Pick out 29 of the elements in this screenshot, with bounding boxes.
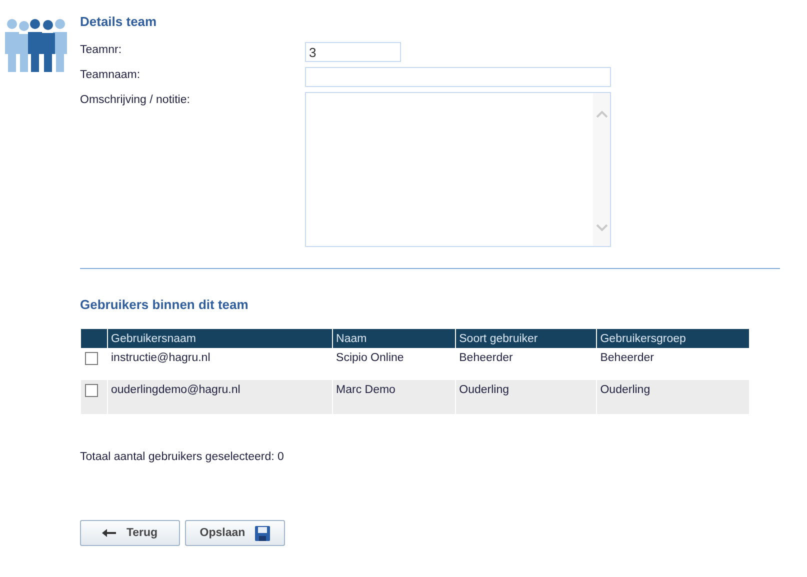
selection-total: Totaal aantal gebruikers geselecteerd: 0 (80, 451, 285, 463)
action-button[interactable]: Terug (80, 520, 180, 546)
column-header: Gebruikersgroep (597, 329, 749, 348)
table-cell: Marc Demo (336, 384, 396, 396)
action-button[interactable]: Opslaan (185, 520, 285, 546)
table-cell: Beheerder (600, 352, 654, 364)
text-area[interactable] (305, 92, 611, 247)
section-title: Details team (80, 14, 158, 29)
table-cell: instructie@hagru.nl (111, 352, 210, 364)
arrow-left-icon (102, 529, 116, 537)
table-cell: Scipio Online (336, 352, 404, 364)
column-header: Soort gebruiker (456, 329, 596, 348)
scroll-down-icon[interactable] (596, 224, 608, 232)
column-header: Naam (333, 329, 456, 348)
people-icon (4, 16, 70, 72)
scroll-up-icon[interactable] (596, 110, 608, 118)
section-title: Gebruikers binnen dit team (80, 297, 250, 312)
field-label: Teamnr: (80, 43, 123, 56)
table-cell: Ouderling (459, 384, 510, 396)
field-label: Teamnaam: (80, 68, 142, 81)
table-cell: ouderlingdemo@hagru.nl (111, 384, 240, 396)
input-field[interactable]: 3 (305, 42, 401, 62)
input-field[interactable] (305, 67, 611, 87)
field-label: Omschrijving / notitie: (80, 93, 191, 106)
table-cell: Ouderling (600, 384, 650, 396)
column-header: Gebruikersnaam (108, 329, 332, 348)
table-cell: Beheerder (459, 352, 513, 364)
checkbox[interactable] (85, 384, 98, 397)
checkbox[interactable] (85, 352, 98, 365)
